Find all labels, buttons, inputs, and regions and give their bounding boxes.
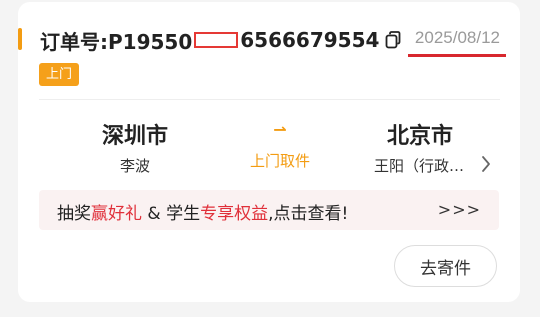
chevron-right-icon[interactable] bbox=[479, 154, 493, 174]
order-card[interactable]: 订单号:P19550 6566679554 2025/08/12 上门 深圳市 … bbox=[18, 2, 520, 302]
order-number-suffix: 6566679554 bbox=[240, 28, 380, 52]
pickup-mode-label: 上门取件 bbox=[249, 152, 310, 170]
divider bbox=[39, 99, 500, 100]
promo-text: 抽奖赢好礼 & 学生专享权益,点击查看! bbox=[57, 199, 348, 224]
service-badge: 上门 bbox=[39, 63, 80, 86]
route-arrow-icon: ⇀ bbox=[273, 120, 287, 139]
send-package-button[interactable]: 去寄件 bbox=[394, 245, 497, 287]
promo-highlight-1: 赢好礼 bbox=[91, 204, 142, 224]
order-number: 订单号:P19550 6566679554 bbox=[40, 26, 401, 54]
copy-icon[interactable] bbox=[385, 31, 401, 49]
promo-text-2: & 学生 bbox=[142, 204, 201, 224]
redaction-box bbox=[194, 32, 239, 48]
promo-text-1: 抽奖 bbox=[57, 204, 91, 224]
sender-name: 李波 bbox=[119, 157, 150, 175]
from-city: 深圳市 bbox=[101, 124, 168, 149]
order-date: 2025/08/12 bbox=[414, 28, 500, 47]
promo-highlight-2: 专享权益 bbox=[200, 204, 269, 224]
order-number-prefix: 订单号:P19550 bbox=[40, 29, 193, 54]
date-underline bbox=[408, 54, 506, 57]
promo-text-3: ,点击查看! bbox=[268, 204, 349, 224]
accent-bar bbox=[18, 28, 22, 50]
receiver-name: 王阳（行政… bbox=[373, 157, 464, 175]
to-city: 北京市 bbox=[386, 124, 453, 149]
promo-banner[interactable]: 抽奖赢好礼 & 学生专享权益,点击查看! >>> bbox=[39, 190, 499, 230]
promo-more-link[interactable]: >>> bbox=[438, 200, 481, 219]
